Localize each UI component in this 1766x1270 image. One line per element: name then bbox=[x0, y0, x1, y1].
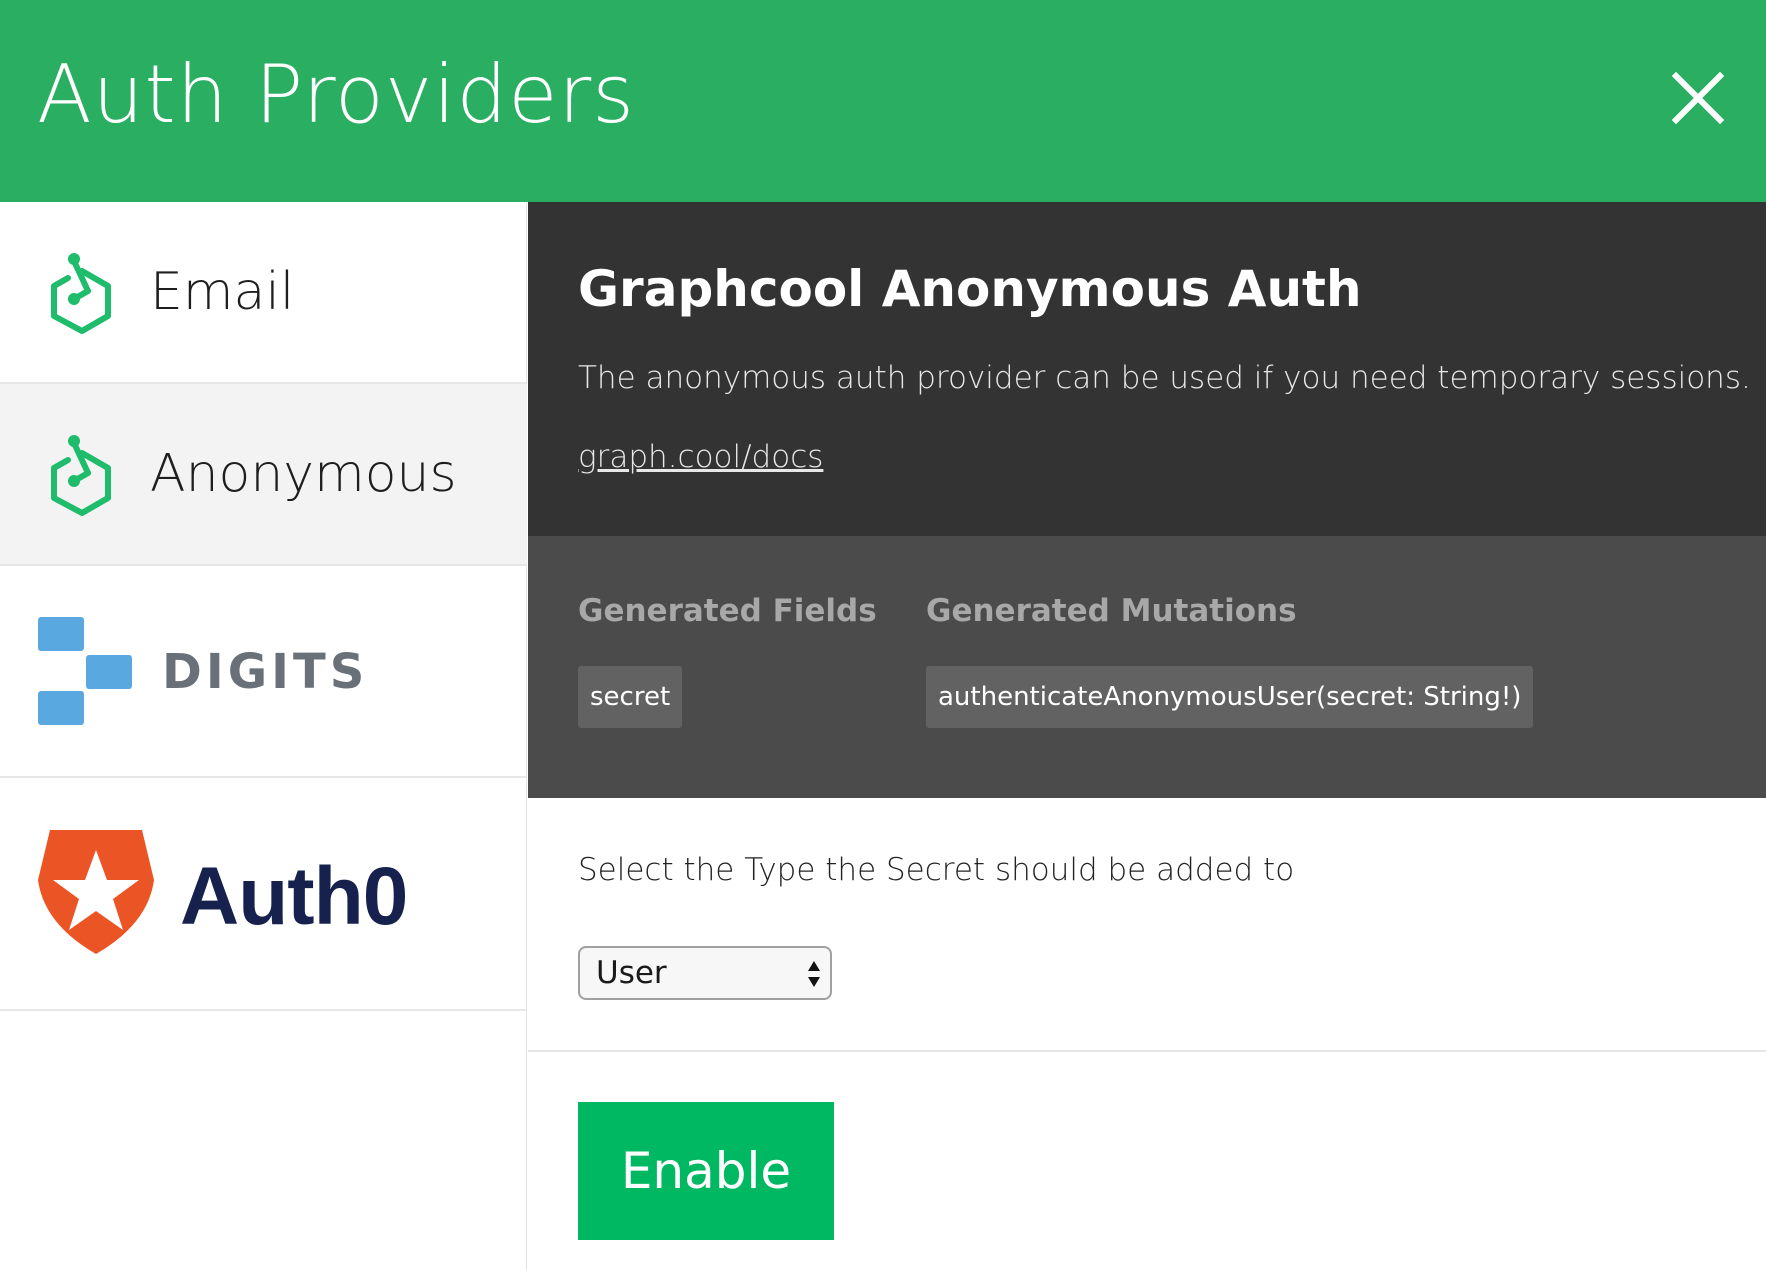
close-button[interactable] bbox=[1670, 70, 1726, 126]
sidebar-item-label: Auth0 bbox=[180, 851, 408, 942]
page-title: Auth Providers bbox=[37, 48, 635, 141]
select-arrows-icon bbox=[808, 961, 820, 987]
type-select[interactable]: User bbox=[578, 946, 832, 1000]
generated-fields-heading: Generated Fields bbox=[578, 593, 877, 629]
provider-description: The anonymous auth provider can be used … bbox=[578, 360, 1751, 396]
provider-sidebar: Email Anonymous DIGITS Auth0 bbox=[0, 202, 527, 1270]
select-type-label: Select the Type the Secret should be add… bbox=[578, 852, 1295, 888]
sidebar-item-label: Anonymous bbox=[150, 444, 457, 504]
sidebar-item-label: Email bbox=[150, 262, 295, 322]
type-select-value: User bbox=[596, 955, 667, 991]
sidebar-item-anonymous[interactable]: Anonymous bbox=[0, 384, 527, 566]
graphcool-icon bbox=[51, 253, 111, 334]
digits-logo-icon bbox=[38, 617, 132, 725]
sidebar-item-email[interactable]: Email bbox=[0, 202, 527, 384]
provider-title: Graphcool Anonymous Auth bbox=[578, 260, 1362, 318]
provider-info-panel: Graphcool Anonymous Auth The anonymous a… bbox=[528, 202, 1766, 536]
close-icon[interactable] bbox=[1670, 70, 1726, 126]
sidebar-item-label: DIGITS bbox=[162, 644, 369, 700]
docs-link[interactable]: graph.cool/docs bbox=[578, 439, 823, 475]
divider bbox=[528, 1050, 1766, 1052]
generated-schema-panel: Generated Fields Generated Mutations sec… bbox=[528, 536, 1766, 798]
sidebar-item-digits[interactable]: DIGITS bbox=[0, 566, 527, 778]
auth0-logo-icon bbox=[38, 830, 154, 954]
enable-button[interactable]: Enable bbox=[578, 1102, 834, 1240]
modal-header: Auth Providers bbox=[0, 0, 1766, 202]
sidebar-item-auth0[interactable]: Auth0 bbox=[0, 778, 527, 1011]
generated-field-chip: secret bbox=[578, 666, 683, 728]
auth-providers-modal: Auth Providers Email Anonymous DIGITS Au… bbox=[0, 0, 1766, 1270]
generated-mutations-heading: Generated Mutations bbox=[926, 593, 1297, 629]
graphcool-icon bbox=[51, 435, 111, 516]
generated-mutation-chip: authenticateAnonymousUser(secret: String… bbox=[926, 666, 1534, 728]
